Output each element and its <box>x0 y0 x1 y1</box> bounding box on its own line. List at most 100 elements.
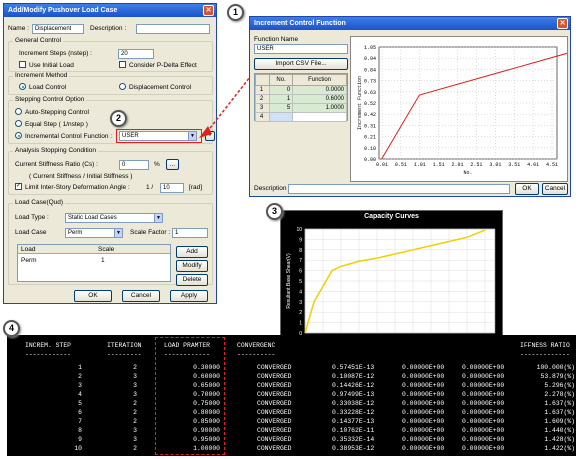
stopping-condition-label: Analysis Stopping Condition <box>13 147 98 154</box>
modify-button[interactable]: Modify <box>176 260 208 272</box>
console-cell: 0.00000E+00 <box>402 373 445 380</box>
list-item-scale: 1 <box>101 257 105 264</box>
increment-steps-input[interactable]: 20 <box>118 49 154 59</box>
cell-function[interactable]: 0.6000 <box>292 94 347 104</box>
header-underline: ---------- <box>237 351 276 358</box>
function-name-input[interactable]: USER <box>254 44 348 54</box>
console-cell: CONVERGED <box>257 400 292 407</box>
drift-input[interactable]: 10 <box>160 183 184 193</box>
cap-y-tick-label: 1 <box>299 321 302 327</box>
y-tick-label: 0.52 <box>364 101 376 107</box>
col-function: Function <box>292 74 347 86</box>
incremental-function-radio[interactable]: Incremental Control Function : <box>15 132 112 140</box>
auto-stepping-label: Auto-Stepping Control <box>25 109 89 117</box>
cell-function[interactable]: 1.0000 <box>292 103 347 113</box>
analysis-output-console: INCREM. STEP ------------ ITERATION -------… <box>7 335 576 456</box>
console-cell: 1.637(%) <box>544 409 575 416</box>
cell-no[interactable]: 5 <box>268 103 294 113</box>
load-case-field-label: Load Case <box>15 229 47 236</box>
radio-selected-icon <box>19 83 26 90</box>
add-button[interactable]: Add <box>176 246 208 258</box>
table-row[interactable]: 3 5 1.0000 <box>255 103 347 113</box>
load-case-select[interactable]: Perm ▼ <box>65 228 123 238</box>
delete-button[interactable]: Delete <box>176 274 208 286</box>
import-csv-button[interactable]: Import CSV File... <box>254 58 348 70</box>
increment-method-label: Increment Method <box>13 72 70 79</box>
console-cell: 0.00000E+00 <box>462 409 505 416</box>
console-cell: 1.637(%) <box>544 400 575 407</box>
load-list[interactable]: Load Scale Perm 1 <box>17 244 171 282</box>
row-header: 2 <box>255 94 270 104</box>
cap-y-tick-label: 4 <box>299 289 302 295</box>
close-icon[interactable]: ✕ <box>557 18 568 29</box>
cell-no[interactable]: 1 <box>268 94 294 104</box>
apply-button[interactable]: Apply <box>170 290 208 302</box>
table-row[interactable]: 4 <box>255 112 347 122</box>
console-cell: 1.609(%) <box>544 418 575 425</box>
x-tick-label: 0.51 <box>395 162 407 168</box>
function-select-value: USER <box>122 133 139 139</box>
header-underline: ------------- <box>520 351 570 358</box>
displacement-control-radio[interactable]: Displacement Control <box>119 83 191 91</box>
cell-no[interactable]: 0 <box>268 85 294 95</box>
equal-step-radio[interactable]: Equal Step ( 1/nstep ) <box>15 120 88 129</box>
y-tick-label: 0.10 <box>364 146 376 152</box>
load-type-select[interactable]: Static Load Cases ▼ <box>65 213 163 223</box>
callout-badge-4: 4 <box>3 320 20 337</box>
percent-label: % <box>154 161 160 168</box>
list-item-load: Perm <box>21 257 37 264</box>
icf-description-input[interactable] <box>288 184 510 194</box>
auto-stepping-radio[interactable]: Auto-Stepping Control <box>15 108 89 117</box>
cancel-button[interactable]: Cancel <box>122 290 160 302</box>
console-row: 6 2 0.80000 CONVERGED 0.33228E-12 0.00000E+00… <box>7 409 576 418</box>
console-cell: 9 <box>78 436 82 443</box>
stiffness-ratio-label: Current Stiffness Ratio (Cs) : <box>15 161 98 168</box>
x-tick-label: 3.51 <box>508 162 520 168</box>
table-row[interactable]: 2 1 0.6000 <box>255 94 347 104</box>
equal-step-label: Equal Step ( 1/nstep ) <box>25 121 88 129</box>
cell-function[interactable]: 0.0000 <box>292 85 347 95</box>
y-tick-label: 0.84 <box>364 67 376 73</box>
table-row[interactable]: 1 0 0.0000 <box>255 85 347 95</box>
x-tick-label: 4.51 <box>546 162 558 168</box>
increment-steps-label: Increment Steps (nstep) : <box>19 50 92 57</box>
increment-method-group: Increment Method Load Control Displaceme… <box>8 72 213 95</box>
name-input[interactable]: Displacement <box>32 24 84 34</box>
scale-factor-input[interactable]: 1 <box>172 228 208 238</box>
console-cell: CONVERGED <box>257 373 292 380</box>
console-cell: 0.33038E-12 <box>332 400 375 407</box>
cell-function[interactable] <box>292 112 347 122</box>
increment-function-window: Increment Control Function ✕ Function Nam… <box>249 16 571 197</box>
cell-no[interactable] <box>268 112 294 122</box>
dialog-title-bar: Add/Modify Pushover Load Case ✕ <box>4 4 216 17</box>
rad-label: [rad] <box>189 184 203 191</box>
console-cell: CONVERGED <box>257 427 292 434</box>
x-tick-label: 4.01 <box>527 162 539 168</box>
icf-title-bar: Increment Control Function ✕ <box>250 17 570 30</box>
console-cell: 1 <box>78 364 82 371</box>
icf-ok-button[interactable]: OK <box>515 183 539 195</box>
stiffness-ratio-input[interactable]: 0 <box>119 160 149 170</box>
icf-cancel-button[interactable]: Cancel <box>542 183 568 195</box>
console-cell: 2 <box>133 445 137 452</box>
stiffness-options-button[interactable]: ... <box>166 159 179 170</box>
ok-button[interactable]: OK <box>74 290 112 302</box>
load-case-value: Perm <box>68 230 83 236</box>
function-table[interactable]: No. Function 1 0 0.0000 2 1 0.6000 3 5 1.0000 4 <box>254 73 348 122</box>
description-input[interactable] <box>136 24 210 34</box>
col-load: Load <box>21 246 36 253</box>
cap-y-tick-label: 3 <box>299 300 302 306</box>
console-cell: 2.278(%) <box>544 391 575 398</box>
limit-drift-checkbox[interactable]: ✓ Limit Inter-Story Deformation Angle : <box>15 183 130 191</box>
x-axis-label: No. <box>463 170 472 176</box>
load-control-radio[interactable]: Load Control <box>19 83 66 91</box>
p-delta-checkbox[interactable]: Consider P-Delta Effect <box>119 61 197 69</box>
function-select[interactable]: USER ▼ <box>119 131 197 141</box>
console-row: 2 3 0.60000 CONVERGED 0.10087E-12 0.00000E+00… <box>7 373 576 382</box>
close-icon[interactable]: ✕ <box>203 5 214 16</box>
console-cell: 2 <box>133 409 137 416</box>
header-underline: ------------ <box>25 351 72 358</box>
use-initial-load-checkbox[interactable]: Use Initial Load <box>19 61 74 69</box>
console-cell: 0.00000E+00 <box>402 436 445 443</box>
console-cell: 3 <box>133 382 137 389</box>
